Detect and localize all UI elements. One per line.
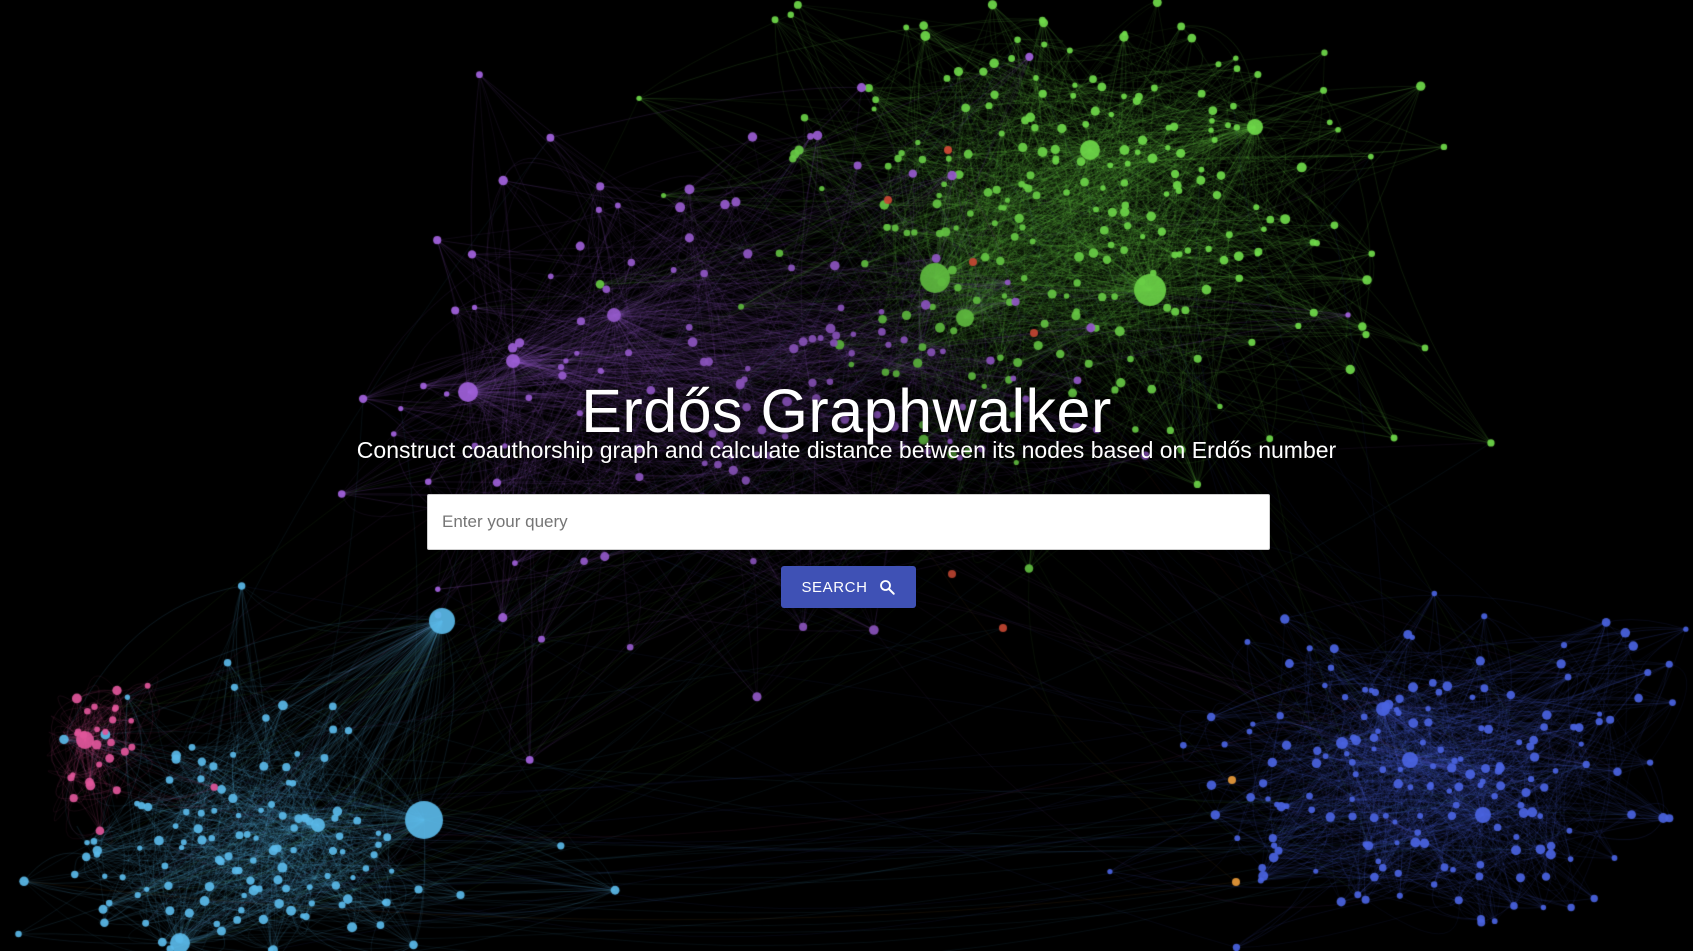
search-icon (878, 578, 896, 596)
search-button[interactable]: SEARCH (781, 566, 916, 608)
search-button-label: SEARCH (801, 578, 868, 596)
search-input[interactable] (427, 494, 1270, 550)
page-subtitle: Construct coauthorship graph and calcula… (356, 437, 1337, 463)
page-title: Erdős Graphwalker (581, 376, 1112, 445)
page: Erdős Graphwalker Construct coauthorship… (0, 0, 1693, 951)
coauthorship-graph-background (0, 0, 1693, 951)
